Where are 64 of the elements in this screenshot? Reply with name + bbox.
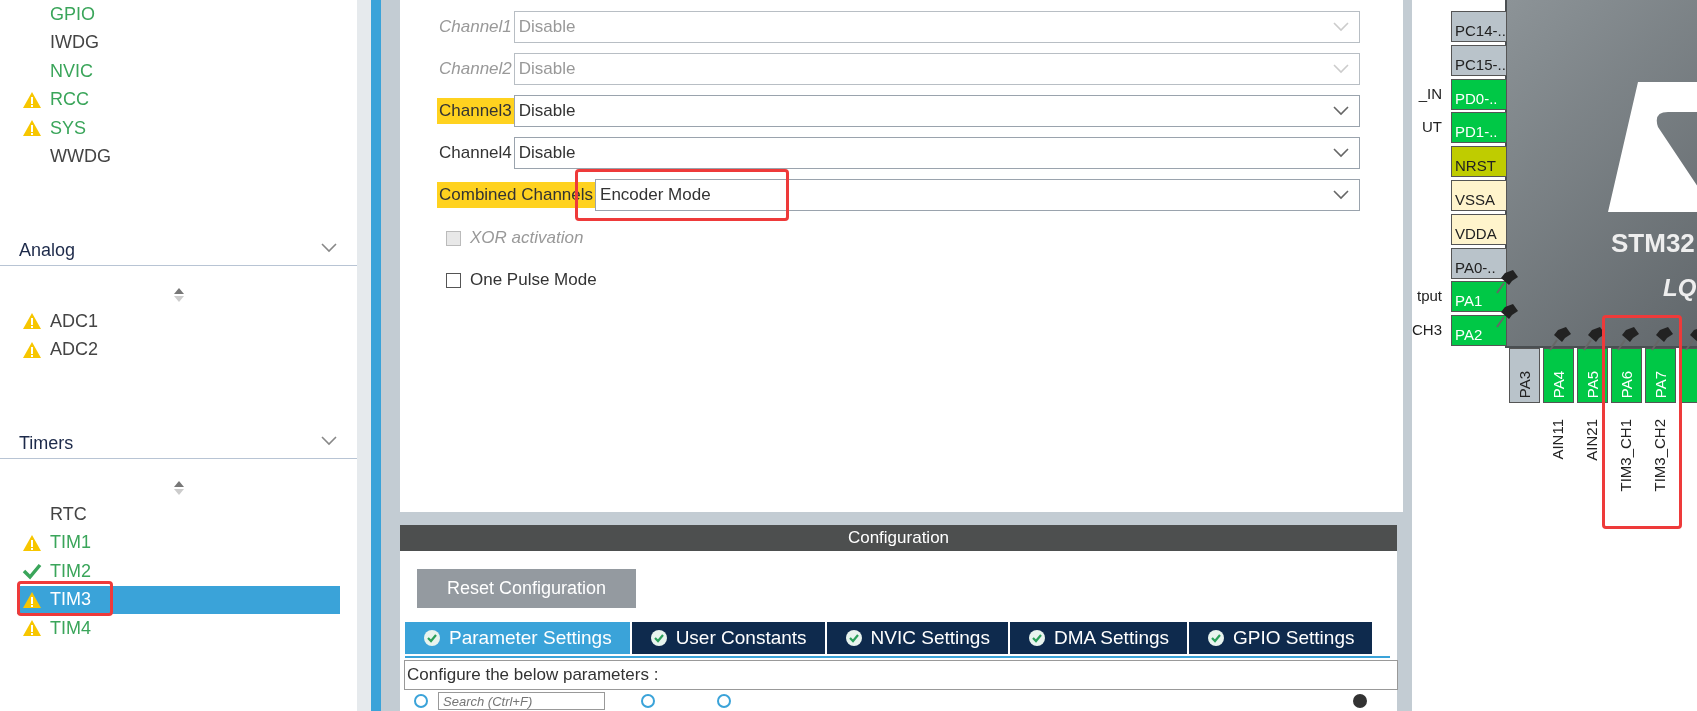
scroll-arrows-icon[interactable] bbox=[172, 288, 185, 302]
sidebar-item[interactable]: ADC1 bbox=[17, 307, 340, 336]
scroll-arrows-icon[interactable] bbox=[172, 481, 185, 495]
sidebar-item[interactable]: IWDG bbox=[17, 28, 340, 57]
dropdown[interactable]: Disable bbox=[513, 137, 1360, 169]
sidebar-item[interactable]: WWDG bbox=[17, 142, 340, 171]
pushpin-icon bbox=[1651, 326, 1675, 352]
chip-name: STM32 bbox=[1611, 228, 1695, 259]
radio-icon[interactable] bbox=[717, 694, 731, 708]
pin[interactable]: PC15-.. bbox=[1451, 44, 1507, 76]
pin-signal-label: AIN11 bbox=[1549, 419, 1566, 460]
tab[interactable]: NVIC Settings bbox=[826, 622, 1008, 654]
radio-icon[interactable] bbox=[641, 694, 655, 708]
pin-signal-label: _IN bbox=[1418, 84, 1442, 102]
chevron-icon bbox=[321, 243, 337, 253]
pin-signal-label: TIM3_CH1 bbox=[1617, 419, 1634, 492]
radio-icon[interactable] bbox=[414, 694, 428, 708]
chevron-icon bbox=[1333, 148, 1349, 158]
pushpin-icon bbox=[1496, 269, 1520, 296]
hint-text: Configure the below parameters : bbox=[404, 660, 1398, 690]
dropdown[interactable]: Encoder Mode bbox=[595, 179, 1360, 211]
tab[interactable]: DMA Settings bbox=[1009, 622, 1188, 654]
check-circle-icon bbox=[845, 630, 862, 646]
chevron-icon bbox=[1333, 190, 1349, 200]
dropdown[interactable]: Disable bbox=[513, 95, 1360, 127]
check-circle-icon bbox=[1028, 630, 1045, 646]
checkbox-label: One Pulse Mode bbox=[470, 270, 597, 290]
field-label: Channel3 bbox=[437, 98, 514, 124]
pin-signal-label: TIM3_CH2 bbox=[1651, 419, 1668, 492]
pin[interactable]: NRST bbox=[1451, 146, 1507, 178]
pin[interactable]: PC14-.. bbox=[1451, 11, 1507, 42]
info-icon[interactable] bbox=[1353, 694, 1367, 708]
pushpin-icon bbox=[1549, 326, 1573, 352]
pushpin-icon bbox=[1496, 303, 1520, 330]
sidebar-item[interactable]: RTC bbox=[17, 500, 340, 529]
tab[interactable]: User Constants bbox=[631, 622, 825, 654]
pin[interactable]: VSSA bbox=[1451, 180, 1507, 211]
check-circle-icon bbox=[424, 630, 440, 646]
field-label: Channel1 bbox=[438, 16, 513, 38]
chip-package: LQ bbox=[1663, 274, 1697, 302]
pin[interactable]: PA3 bbox=[1509, 348, 1540, 403]
tab[interactable]: GPIO Settings bbox=[1189, 622, 1373, 654]
pin-signal-label: tput bbox=[1416, 287, 1442, 305]
checkbox[interactable] bbox=[446, 272, 461, 288]
chevron-icon bbox=[321, 436, 337, 446]
category-title[interactable]: Analog bbox=[19, 239, 76, 261]
pin-signal-label: CH3 bbox=[1412, 321, 1442, 339]
panel-title: Configuration bbox=[847, 528, 950, 548]
pin[interactable]: PA0-.. bbox=[1451, 247, 1507, 279]
check-circle-icon bbox=[650, 630, 667, 646]
field-label: Channel2 bbox=[438, 58, 513, 80]
pin-signal-label: UT bbox=[1422, 118, 1442, 136]
sidebar-item[interactable]: ADC2 bbox=[17, 335, 340, 364]
chevron-icon bbox=[1333, 64, 1349, 74]
pin-signal-label: AIN21 bbox=[1583, 419, 1600, 461]
chevron-icon bbox=[1333, 106, 1349, 116]
search-field[interactable]: Search (Ctrl+F) bbox=[438, 692, 605, 710]
chevron-icon bbox=[1333, 22, 1349, 32]
check-circle-icon bbox=[1208, 630, 1225, 646]
category-title[interactable]: Timers bbox=[19, 432, 74, 454]
pushpin-icon bbox=[1617, 326, 1641, 352]
checkbox-label: XOR activation bbox=[470, 228, 584, 248]
field-label: Channel4 bbox=[438, 142, 513, 164]
pin[interactable]: VDDA bbox=[1451, 213, 1507, 245]
